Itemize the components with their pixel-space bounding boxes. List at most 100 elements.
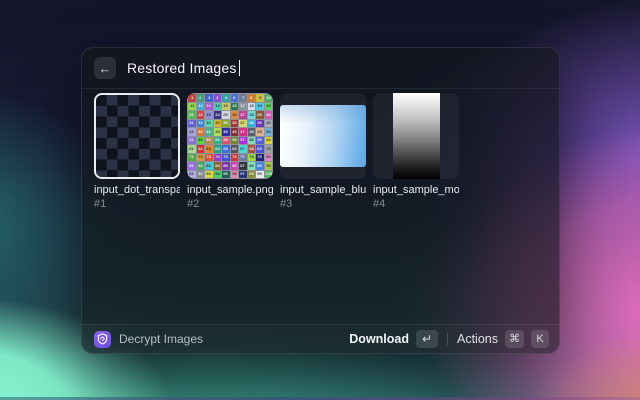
number-grid-cell: 45 — [222, 128, 230, 136]
number-grid-cell: 50 — [265, 128, 273, 136]
footer-separator — [447, 333, 448, 345]
number-grid-cell: 83 — [205, 162, 213, 170]
number-grid-cell: 15 — [222, 103, 230, 111]
return-keycap: ↵ — [416, 330, 438, 348]
number-grid-cell: 86 — [231, 162, 239, 170]
number-grid-cell: 1 — [188, 94, 196, 102]
number-grid-cell: 51 — [188, 137, 196, 145]
number-grid-cell: 28 — [248, 111, 256, 119]
number-grid-cell: 2 — [197, 94, 205, 102]
number-grid-cell: 23 — [205, 111, 213, 119]
number-grid-cell: 81 — [188, 162, 196, 170]
number-grid-cell: 54 — [214, 137, 222, 145]
number-grid-cell: 96 — [231, 171, 239, 179]
image-item-1[interactable]: input_dot_transparen... #1 — [94, 93, 180, 211]
index-label: #3 — [280, 198, 366, 211]
number-grid-cell: 61 — [188, 145, 196, 153]
number-grid-cell: 71 — [188, 154, 196, 162]
number-grid-cell: 52 — [197, 137, 205, 145]
number-grid-cell: 43 — [205, 128, 213, 136]
number-grid-cell: 84 — [214, 162, 222, 170]
number-grid-cell: 66 — [231, 145, 239, 153]
index-label: #4 — [373, 198, 459, 211]
number-grid-cell: 5 — [222, 94, 230, 102]
k-keycap: K — [531, 330, 549, 348]
image-item-3[interactable]: input_sample_blue.png #3 — [280, 93, 366, 211]
window-header: ← Restored Images — [82, 48, 559, 89]
number-grid-cell: 18 — [248, 103, 256, 111]
filename-label: input_sample.png — [187, 184, 273, 197]
window-content: input_dot_transparen... #1 1234567891011… — [82, 89, 559, 324]
number-grid-cell: 92 — [197, 171, 205, 179]
filename-label: input_sample_mono.... — [373, 184, 459, 197]
number-grid-cell: 97 — [239, 171, 247, 179]
number-grid-cell: 33 — [205, 120, 213, 128]
number-grid-cell: 68 — [248, 145, 256, 153]
search-input[interactable]: Restored Images — [127, 60, 240, 76]
download-button[interactable]: Download — [349, 332, 409, 346]
number-grid-cell: 59 — [256, 137, 264, 145]
number-grid-cell: 29 — [256, 111, 264, 119]
number-grid-cell: 63 — [205, 145, 213, 153]
number-grid-cell: 65 — [222, 145, 230, 153]
number-grid-cell: 74 — [214, 154, 222, 162]
checkerboard-image — [96, 95, 178, 177]
number-grid-cell: 25 — [222, 111, 230, 119]
footer-actions: Download ↵ Actions ⌘ K — [349, 330, 549, 348]
number-grid-cell: 90 — [265, 162, 273, 170]
number-grid-cell: 82 — [197, 162, 205, 170]
number-grid-image: 1234567891011121314151617181920212223242… — [187, 93, 273, 179]
number-grid-cell: 67 — [239, 145, 247, 153]
number-grid-cell: 34 — [214, 120, 222, 128]
app-name-label: Decrypt Images — [119, 332, 203, 346]
number-grid-cell: 49 — [256, 128, 264, 136]
decrypt-images-app-icon — [94, 331, 111, 348]
text-caret — [239, 60, 241, 76]
image-item-2[interactable]: 1234567891011121314151617181920212223242… — [187, 93, 273, 211]
blue-gradient-image — [280, 105, 366, 167]
number-grid-cell: 79 — [256, 154, 264, 162]
number-grid-cell: 40 — [265, 120, 273, 128]
number-grid-cell: 9 — [256, 94, 264, 102]
number-grid-cell: 35 — [222, 120, 230, 128]
number-grid-cell: 80 — [265, 154, 273, 162]
number-grid-cell: 31 — [188, 120, 196, 128]
number-grid-cell: 60 — [265, 137, 273, 145]
cmd-keycap: ⌘ — [505, 330, 524, 348]
thumbnail-mono — [373, 93, 459, 179]
number-grid-cell: 99 — [256, 171, 264, 179]
number-grid-cell: 78 — [248, 154, 256, 162]
number-grid-cell: 93 — [205, 171, 213, 179]
number-grid-cell: 73 — [205, 154, 213, 162]
number-grid-cell: 8 — [248, 94, 256, 102]
number-grid-cell: 88 — [248, 162, 256, 170]
number-grid-cell: 57 — [239, 137, 247, 145]
thumbnail-blue — [280, 93, 366, 179]
number-grid-cell: 87 — [239, 162, 247, 170]
search-input-value: Restored Images — [127, 60, 237, 76]
back-button[interactable]: ← — [94, 57, 116, 79]
number-grid-cell: 70 — [265, 145, 273, 153]
actions-button[interactable]: Actions — [457, 332, 498, 346]
number-grid-cell: 7 — [239, 94, 247, 102]
mono-gradient-image — [393, 93, 440, 179]
number-grid-cell: 85 — [222, 162, 230, 170]
image-item-4[interactable]: input_sample_mono.... #4 — [373, 93, 459, 211]
number-grid-cell: 42 — [197, 128, 205, 136]
thumbnail-sample: 1234567891011121314151617181920212223242… — [187, 93, 273, 179]
number-grid-cell: 3 — [205, 94, 213, 102]
number-grid-cell: 47 — [239, 128, 247, 136]
number-grid-cell: 26 — [231, 111, 239, 119]
number-grid-cell: 100 — [265, 171, 273, 179]
number-grid-cell: 64 — [214, 145, 222, 153]
filename-label: input_dot_transparen... — [94, 184, 180, 197]
number-grid-cell: 55 — [222, 137, 230, 145]
window-footer: Decrypt Images Download ↵ Actions ⌘ K — [82, 324, 559, 353]
filename-label: input_sample_blue.png — [280, 184, 366, 197]
number-grid-cell: 37 — [239, 120, 247, 128]
image-grid: input_dot_transparen... #1 1234567891011… — [94, 93, 547, 211]
number-grid-cell: 19 — [256, 103, 264, 111]
number-grid-cell: 72 — [197, 154, 205, 162]
number-grid-cell: 22 — [197, 111, 205, 119]
number-grid-cell: 17 — [239, 103, 247, 111]
